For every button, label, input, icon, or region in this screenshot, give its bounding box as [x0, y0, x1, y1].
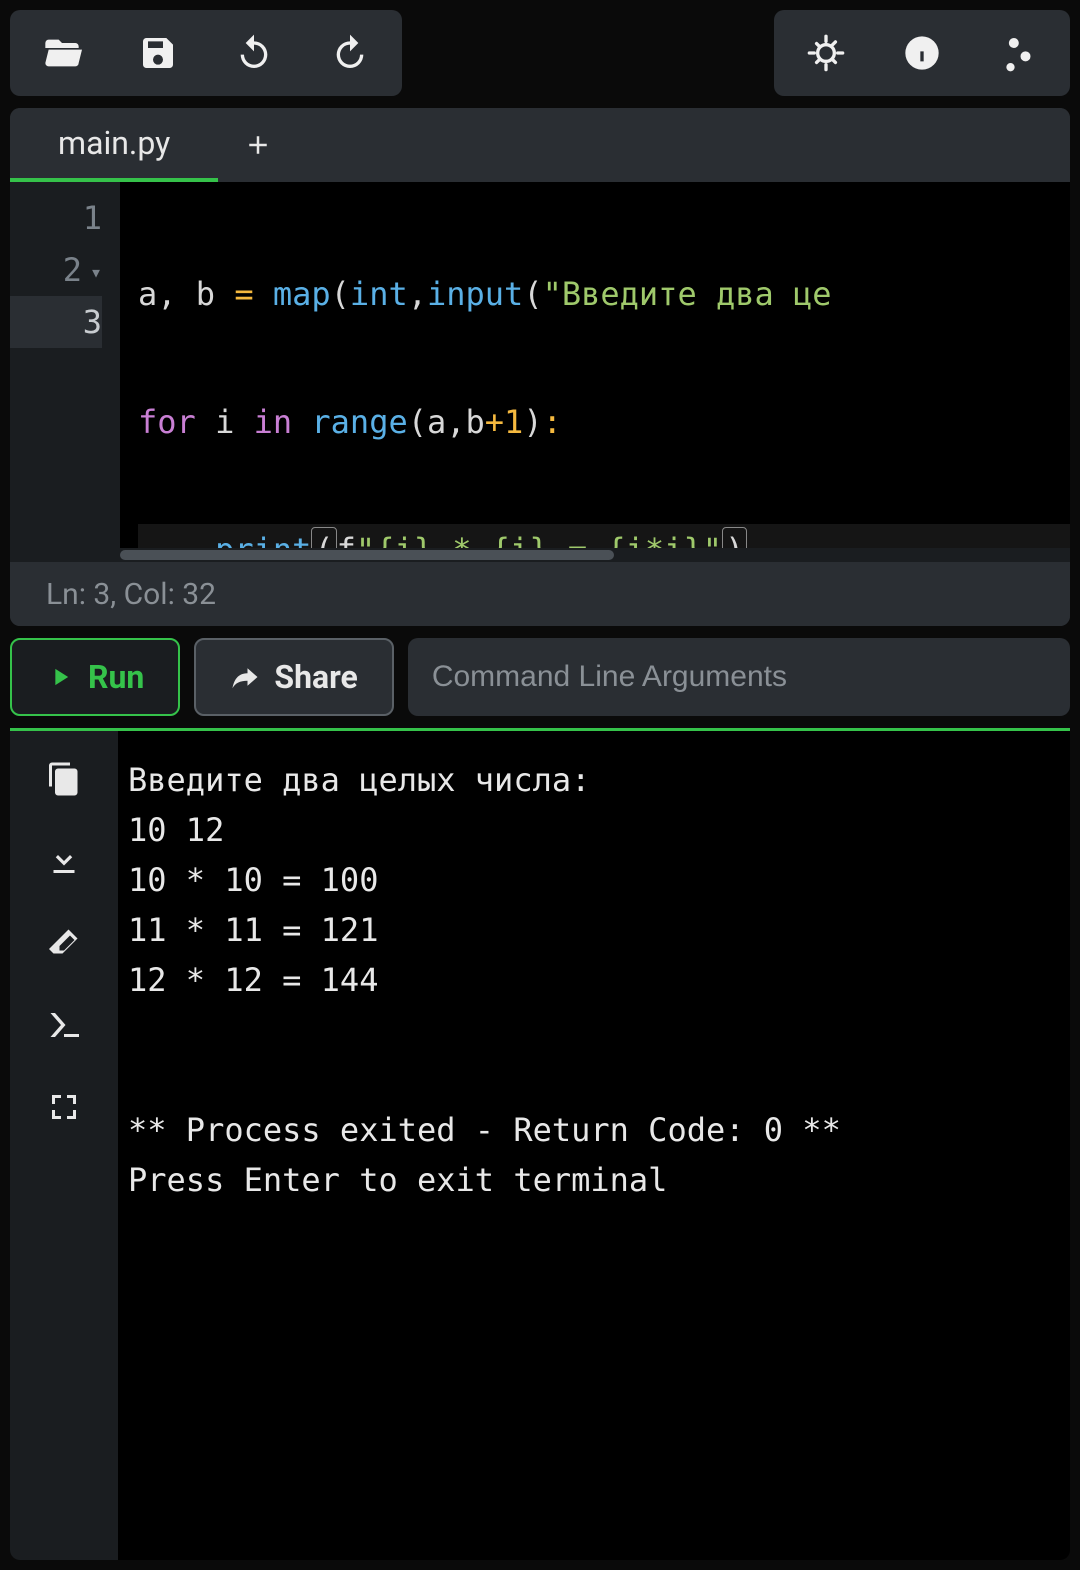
gutter-line: 2▾ [10, 244, 102, 296]
gutter-line: 1 [10, 192, 102, 244]
cmdline-args-input[interactable] [408, 638, 1070, 716]
share-icon [230, 662, 260, 692]
info-icon[interactable] [874, 14, 970, 92]
download-icon[interactable] [40, 837, 88, 885]
play-icon [46, 663, 74, 691]
share-label: Share [274, 658, 357, 696]
redo-icon[interactable] [302, 14, 398, 92]
undo-icon[interactable] [206, 14, 302, 92]
cursor-position: Ln: 3, Col: 32 [46, 577, 216, 612]
status-bar: Ln: 3, Col: 32 [10, 562, 1070, 626]
toolbar-group-right [774, 10, 1070, 96]
save-icon[interactable] [110, 14, 206, 92]
theme-icon[interactable] [778, 14, 874, 92]
tab-label: main.py [58, 124, 170, 162]
eraser-icon[interactable] [40, 919, 88, 967]
action-bar: Run Share [10, 638, 1070, 716]
code-line: for i in range(a,b+1): [138, 396, 1070, 448]
share-button[interactable]: Share [194, 638, 393, 716]
terminal-pane: Введите два целых числа: 10 12 10 * 10 =… [10, 728, 1070, 1560]
terminal-icon[interactable] [40, 1001, 88, 1049]
code-area[interactable]: a, b = map(int,input("Введите два це for… [120, 182, 1070, 562]
fullscreen-icon[interactable] [40, 1083, 88, 1131]
tab-bar: main.py [10, 108, 1070, 182]
gutter: 1 2▾ 3 [10, 182, 120, 562]
toolbar-group-left [10, 10, 402, 96]
terminal-output[interactable]: Введите два целых числа: 10 12 10 * 10 =… [118, 731, 1070, 1560]
copy-icon[interactable] [40, 755, 88, 803]
add-tab-button[interactable] [228, 130, 288, 160]
tab-main[interactable]: main.py [10, 108, 218, 182]
folder-open-icon[interactable] [14, 14, 110, 92]
editor-pane: main.py 1 2▾ 3 a, b = map(int,input("Вве… [10, 108, 1070, 626]
horizontal-scrollbar[interactable] [120, 548, 1070, 562]
run-button[interactable]: Run [10, 638, 180, 716]
terminal-sidebar [10, 731, 118, 1560]
top-toolbar [10, 10, 1070, 96]
gutter-line: 3 [10, 296, 102, 348]
settings-icon[interactable] [970, 14, 1066, 92]
code-line: a, b = map(int,input("Введите два це [138, 268, 1070, 320]
run-label: Run [88, 658, 144, 696]
code-editor[interactable]: 1 2▾ 3 a, b = map(int,input("Введите два… [10, 182, 1070, 562]
